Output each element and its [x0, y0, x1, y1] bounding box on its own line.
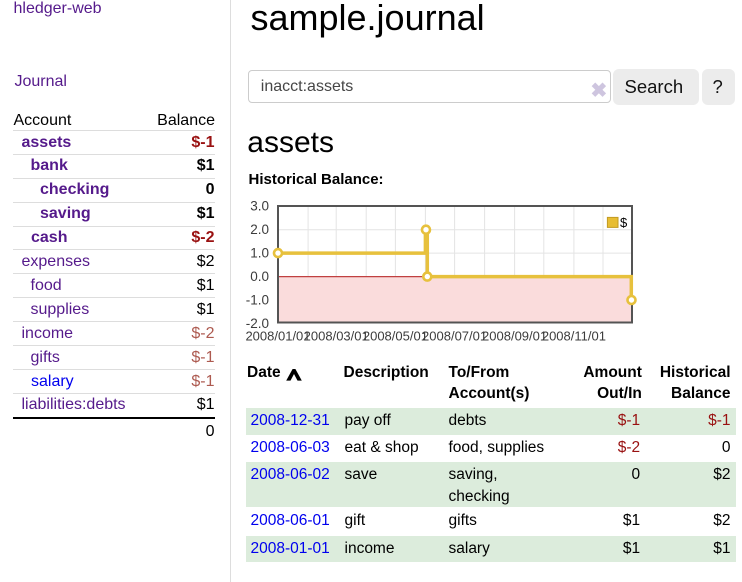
svg-text:3.0: 3.0: [250, 199, 269, 214]
svg-text:2008/03/01: 2008/03/01: [304, 328, 369, 343]
svg-text:2008/01/01: 2008/01/01: [245, 328, 310, 343]
svg-text:2008/07/01: 2008/07/01: [422, 328, 487, 343]
svg-text:2008/09/01: 2008/09/01: [482, 328, 547, 343]
svg-text:$: $: [620, 215, 628, 230]
svg-text:-1.0: -1.0: [246, 293, 269, 308]
svg-text:1.0: 1.0: [250, 246, 269, 261]
svg-text:2.0: 2.0: [250, 222, 269, 237]
svg-text:0.0: 0.0: [250, 269, 269, 284]
svg-text:2008/05/01: 2008/05/01: [363, 328, 428, 343]
svg-text:2008/11/01: 2008/11/01: [542, 328, 606, 343]
